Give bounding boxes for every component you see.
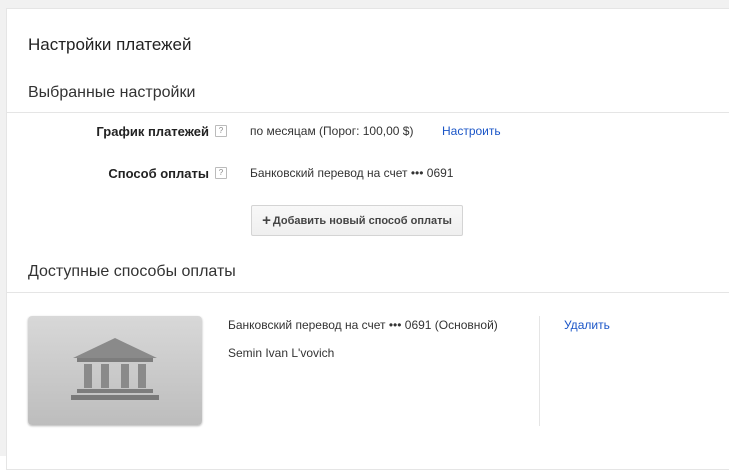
- configure-schedule-link[interactable]: Настроить: [442, 124, 501, 138]
- bank-card-image: [28, 316, 202, 425]
- vertical-divider: [539, 316, 540, 426]
- bank-icon: [71, 338, 159, 400]
- help-icon[interactable]: ?: [215, 125, 227, 137]
- payment-schedule-label: График платежей: [96, 124, 209, 139]
- payment-method-value: Банковский перевод на счет ••• 0691: [250, 166, 454, 180]
- divider: [6, 292, 729, 293]
- plus-icon: +: [262, 212, 271, 229]
- payment-method-label: Способ оплаты: [108, 166, 209, 181]
- account-holder-name: Semin Ivan L'vovich: [228, 346, 335, 360]
- available-methods-heading: Доступные способы оплаты: [28, 263, 236, 280]
- payment-schedule-value: по месяцам (Порог: 100,00 $): [250, 124, 414, 138]
- help-icon[interactable]: ?: [215, 167, 227, 179]
- remove-payment-method-link[interactable]: Удалить: [564, 318, 610, 332]
- selected-settings-heading: Выбранные настройки: [28, 84, 196, 101]
- payment-method-description: Банковский перевод на счет ••• 0691 (Осн…: [228, 318, 498, 332]
- page-title: Настройки платежей: [28, 35, 192, 54]
- add-payment-method-button[interactable]: + Добавить новый способ оплаты: [251, 205, 463, 236]
- add-payment-method-label: Добавить новый способ оплаты: [272, 214, 452, 227]
- divider: [6, 112, 729, 113]
